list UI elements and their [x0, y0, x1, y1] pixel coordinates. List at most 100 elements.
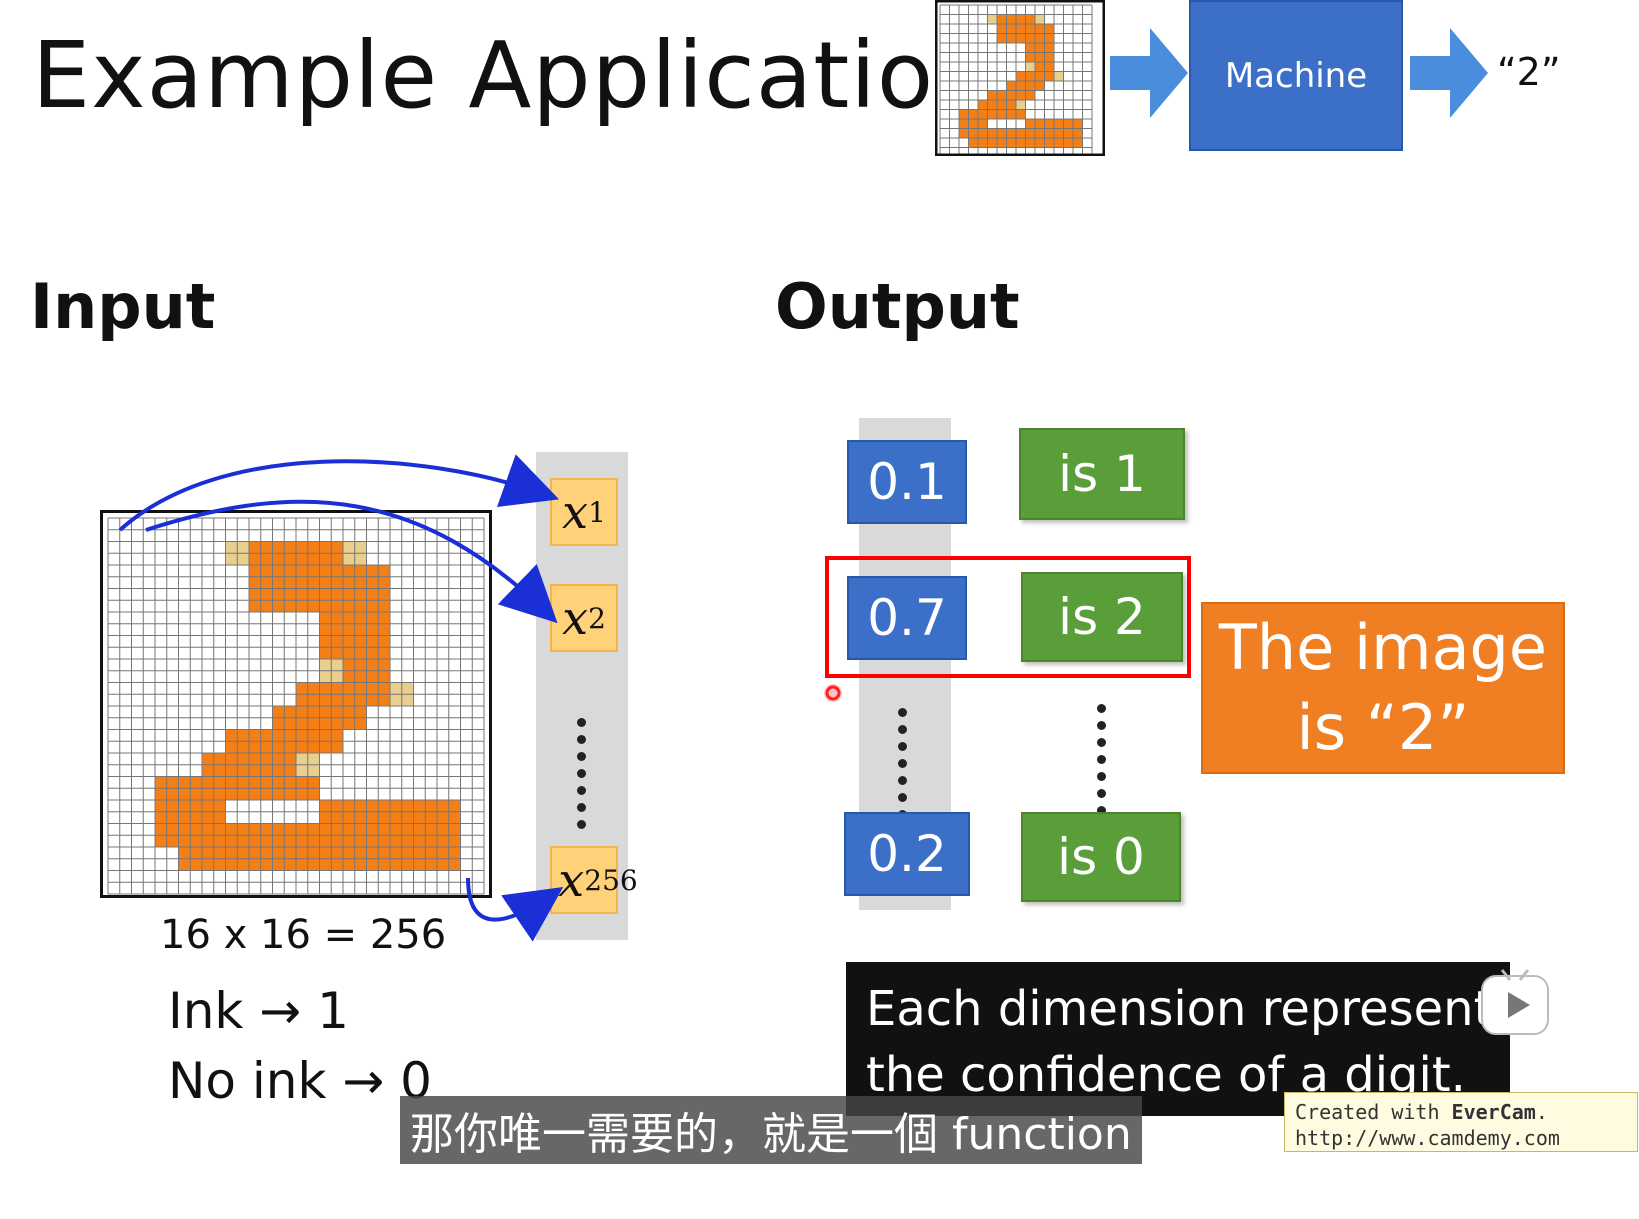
- ink-pixel: [1016, 90, 1026, 100]
- ink-pixel: [978, 128, 988, 138]
- ink-pixel: [1006, 14, 1016, 24]
- ink-pixel: [1006, 24, 1016, 34]
- input-vector-x2: x2: [550, 584, 618, 652]
- ink-pixel: [1044, 62, 1054, 72]
- ink-pixel: [1025, 43, 1035, 53]
- ink-pixel: [997, 33, 1007, 43]
- pipeline-arrow-1-icon: [1110, 28, 1188, 118]
- ink-pixel: [959, 119, 969, 129]
- ink-pixel: [1035, 81, 1045, 91]
- watermark-prefix: Created with: [1295, 1100, 1452, 1124]
- ink-pixel: [1035, 62, 1045, 72]
- ink-pixel: [1035, 14, 1045, 24]
- machine-label: Machine: [1224, 55, 1368, 96]
- ink-pixel: [997, 90, 1007, 100]
- caption-line-1: Each dimension represents: [866, 981, 1518, 1037]
- ink-pixel: [959, 128, 969, 138]
- ink-pixel: [1044, 52, 1054, 62]
- output-label-2: is 2: [1021, 572, 1183, 662]
- ink-pixel: [1054, 128, 1064, 138]
- ink-pixel: [997, 100, 1007, 110]
- ink-pixel: [987, 138, 997, 148]
- ink-pixel: [978, 138, 988, 148]
- ink-pixel: [1044, 119, 1054, 129]
- ink-pixel: [1044, 43, 1054, 53]
- ink-pixel: [1025, 138, 1035, 148]
- ink-pixel: [1006, 81, 1016, 91]
- watermark-suffix: .: [1535, 1100, 1548, 1124]
- output-value-1: 0.1: [847, 440, 967, 524]
- output-label-3: is 0: [1021, 812, 1181, 902]
- ink-pixel: [1054, 119, 1064, 129]
- ink-pixel: [1006, 90, 1016, 100]
- ink-pixel: [968, 138, 978, 148]
- ink-pixel: [1044, 138, 1054, 148]
- ink-pixel: [1016, 24, 1026, 34]
- ink-pixel: [1006, 33, 1016, 43]
- ink-pixel: [1025, 62, 1035, 72]
- ink-pixel: [997, 109, 1007, 119]
- ink-pixel: [1016, 100, 1026, 110]
- ink-pixel: [1035, 52, 1045, 62]
- ink-pixel: [1063, 138, 1073, 148]
- ink-pixel: [997, 138, 1007, 148]
- ink-pixel: [1016, 81, 1026, 91]
- output-value-3: 0.2: [844, 812, 970, 896]
- ink-pixel: [987, 90, 997, 100]
- ink-pixel: [1025, 90, 1035, 100]
- input-vector-x1: x1: [550, 478, 618, 546]
- ink-pixel: [1016, 33, 1026, 43]
- result-line-2: is “2”: [1296, 691, 1470, 764]
- ink-pixel: [978, 100, 988, 110]
- ink-pixel: [1016, 71, 1026, 81]
- output-value-ellipsis-icon: [898, 708, 907, 819]
- result-banner: The image is “2”: [1201, 602, 1565, 774]
- ink-pixel: [1016, 14, 1026, 24]
- ink-pixel: [1035, 24, 1045, 34]
- ink-pixel: [987, 100, 997, 110]
- vector-sub-x1: 1: [588, 495, 606, 529]
- vector-sub-x256: 256: [584, 863, 638, 897]
- ink-pixel: [1006, 138, 1016, 148]
- ink-pixel: [968, 128, 978, 138]
- ink-pixel: [1025, 128, 1035, 138]
- vector-var-x256: x: [558, 853, 585, 907]
- page-title: Example Application: [32, 22, 994, 129]
- ink-pixel: [1035, 43, 1045, 53]
- ink-pixel: [959, 109, 969, 119]
- ink-pixel: [1035, 138, 1045, 148]
- ink-pixel: [1073, 138, 1083, 148]
- input-heading: Input: [30, 270, 216, 343]
- ink-pixel: [978, 119, 988, 129]
- ink-pixel: [997, 14, 1007, 24]
- ink-pixel: [1044, 24, 1054, 34]
- ink-pixel: [1025, 24, 1035, 34]
- ink-pixel: [1025, 71, 1035, 81]
- ink-pixel: [1006, 109, 1016, 119]
- ink-pixel: [1006, 128, 1016, 138]
- ink-pixel: [1054, 71, 1064, 81]
- output-value-2: 0.7: [847, 576, 967, 660]
- cursor-pointer-icon: [824, 684, 842, 702]
- ink-pixel: [1016, 128, 1026, 138]
- ink-pixel: [1073, 128, 1083, 138]
- pipeline-arrow-2-icon: [1410, 28, 1488, 118]
- video-subtitle: 那你唯一需要的，就是一個 function: [400, 1096, 1142, 1164]
- grid-size-caption: 16 x 16 = 256: [160, 912, 447, 958]
- ink-pixel: [987, 128, 997, 138]
- video-play-icon[interactable]: [1480, 968, 1550, 1038]
- watermark-brand: EverCam: [1451, 1100, 1536, 1124]
- vector-var-x2: x: [562, 591, 589, 645]
- ink-pixel: [1025, 33, 1035, 43]
- machine-box: Machine: [1189, 0, 1403, 151]
- pipeline-output-label: “2”: [1497, 50, 1561, 94]
- pipeline-digit-thumbnail: [935, 0, 1105, 156]
- vector-sub-x2: 2: [588, 601, 606, 635]
- output-heading: Output: [775, 270, 1020, 343]
- ink-rule: Ink → 1: [168, 982, 349, 1040]
- evercam-watermark: Created with EverCam. http://www.camdemy…: [1284, 1092, 1638, 1152]
- ink-pixel: [1063, 128, 1073, 138]
- ink-pixel: [1016, 138, 1026, 148]
- ink-pixel: [1025, 52, 1035, 62]
- input-pixel-grid: [100, 510, 492, 898]
